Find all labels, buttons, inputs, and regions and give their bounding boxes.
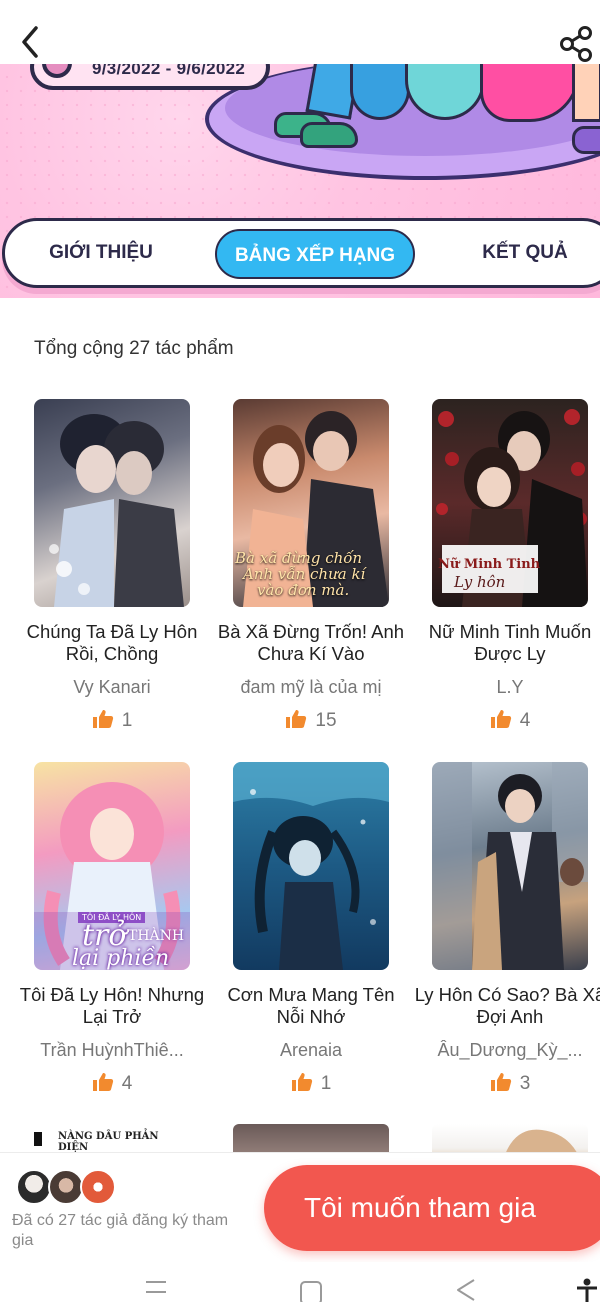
join-contest-button[interactable]: Tôi muốn tham gia — [264, 1165, 600, 1251]
work-cover-image: TÔI ĐÃ LY HÔN trở THÀNH lại phiền — [34, 762, 190, 970]
tab-bar: GIỚI THIỆU BẢNG XẾP HẠNG KẾT QUẢ — [2, 218, 600, 288]
tab-results[interactable]: KẾT QUẢ — [475, 221, 575, 285]
cover-title-line: Ly hôn — [454, 573, 506, 591]
work-title: Nữ Minh Tinh Muốn Được Ly — [428, 621, 592, 664]
avatar — [48, 1169, 84, 1205]
work-likes: 3 — [432, 1072, 588, 1095]
banner-illustration-shoe — [300, 122, 358, 148]
work-author: Arenaia — [279, 1040, 343, 1060]
like-count: 4 — [121, 1073, 133, 1094]
banner-illustration-shoe — [572, 126, 600, 154]
cover-title-line: THÀNH — [128, 928, 185, 944]
top-bar — [0, 0, 600, 64]
work-title: Ly Hôn Có Sao? Bà Xã Đợi Anh — [414, 984, 600, 1027]
banner-illustration-leg — [350, 60, 410, 120]
works-total-label: Tổng cộng 27 tác phẩm — [34, 338, 234, 359]
banner-illustration-leg — [572, 60, 600, 122]
tab-intro[interactable]: GIỚI THIỆU — [41, 221, 161, 285]
cover-title-line: Nữ Minh Tinh — [438, 557, 541, 572]
avatar — [80, 1169, 116, 1205]
work-title: Cơn Mưa Mang Tên Nỗi Nhớ — [227, 984, 395, 1027]
work-cover-image: Bà xã đừng chốn Anh vẫn chưa kí vào đơn … — [233, 399, 389, 607]
home-icon[interactable] — [298, 1274, 324, 1302]
work-cover-image — [432, 762, 588, 970]
like-count: 15 — [315, 710, 337, 731]
work-likes: 4 — [432, 709, 588, 732]
work-likes: 1 — [34, 709, 190, 732]
join-bar: Đã có 27 tác giả đăng ký tham gia Tôi mu… — [0, 1152, 600, 1262]
thumbs-up-icon — [92, 1073, 113, 1091]
work-likes: 1 — [233, 1072, 389, 1095]
cover-title-line: NÀNG DÂU PHẢN DIỆN — [58, 1131, 159, 1153]
work-author: Vy Kanari — [73, 677, 151, 697]
work-cover-image: Nữ Minh Tinh Ly hôn — [432, 399, 588, 607]
thumbs-up-icon — [286, 710, 307, 728]
accessibility-icon[interactable] — [576, 1278, 598, 1302]
like-count: 4 — [519, 710, 531, 731]
tab-ranking[interactable]: BẢNG XẾP HẠNG — [215, 229, 415, 279]
work-title: Chúng Ta Đã Ly Hôn Rồi, Chồng — [26, 621, 198, 664]
avatar — [16, 1169, 52, 1205]
cover-art — [233, 762, 389, 970]
like-count: 3 — [519, 1073, 531, 1094]
like-count: 1 — [320, 1073, 332, 1094]
cover-decoration — [34, 1132, 42, 1146]
chevron-left-icon — [22, 26, 38, 58]
contest-ranking-page: 9/3/2022 - 9/6/2022 GIỚI THIỆU BẢNG XẾP … — [0, 0, 600, 1302]
thumbs-up-icon — [490, 1073, 511, 1091]
work-title: Tôi Đã Ly Hôn! Nhưng Lại Trở — [19, 984, 205, 1027]
work-likes: 15 — [233, 709, 389, 732]
share-button[interactable] — [558, 24, 594, 64]
work-likes: 4 — [34, 1072, 190, 1095]
work-cover-image — [34, 399, 190, 607]
system-nav-bar — [0, 1262, 600, 1302]
cover-art — [49, 414, 184, 607]
menu-icon[interactable] — [144, 1274, 168, 1296]
work-author: đam mỹ là của mị — [240, 677, 382, 697]
work-author: L.Y — [496, 677, 524, 697]
work-author: Trần HuỳnhThiê... — [40, 1040, 184, 1060]
cover-title-line: lại phiền — [72, 946, 170, 970]
cover-title-line: vào đơn mà. — [257, 581, 350, 599]
like-count: 1 — [121, 710, 133, 731]
cover-art — [432, 762, 588, 970]
joined-count-text: Đã có 27 tác giả đăng ký tham gia — [12, 1212, 229, 1249]
work-author: Âu_Dương_Kỳ_... — [437, 1040, 583, 1060]
work-cover-image — [233, 762, 389, 970]
share-icon — [560, 26, 592, 62]
thumbs-up-icon — [92, 710, 113, 728]
thumbs-up-icon — [490, 710, 511, 728]
back-triangle-icon[interactable] — [452, 1274, 478, 1302]
thumbs-up-icon — [291, 1073, 312, 1091]
back-button[interactable] — [14, 22, 46, 62]
work-title: Bà Xã Đừng Trốn! Anh Chưa Kí Vào — [217, 621, 405, 664]
